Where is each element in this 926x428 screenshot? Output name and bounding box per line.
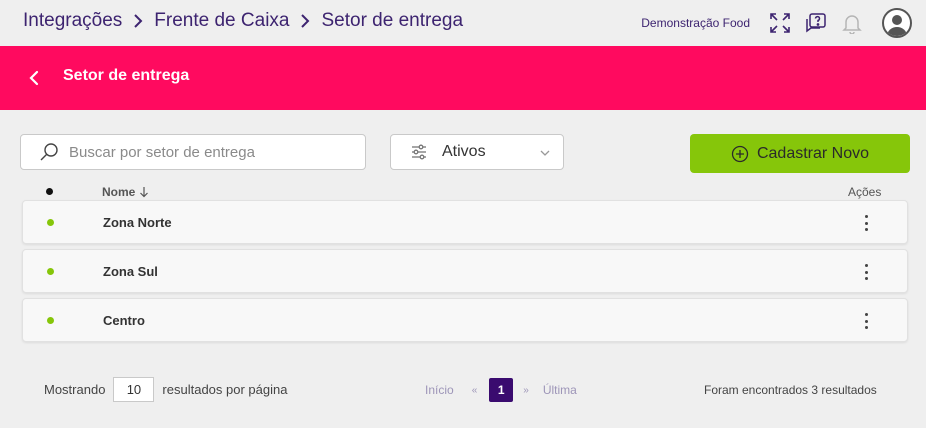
more-vertical-icon[interactable] xyxy=(859,213,873,233)
bell-icon[interactable] xyxy=(841,12,863,34)
name-column-label: Nome xyxy=(102,185,136,199)
search-box[interactable] xyxy=(20,134,366,170)
add-new-label: Cadastrar Novo xyxy=(756,144,870,162)
chevron-right-icon xyxy=(300,14,310,28)
fullscreen-icon[interactable] xyxy=(769,12,791,34)
status-dot xyxy=(47,268,54,275)
pagination-prev[interactable]: « xyxy=(472,385,478,396)
search-icon xyxy=(39,142,59,162)
row-name: Zona Norte xyxy=(103,215,172,230)
status-dot xyxy=(47,219,54,226)
page-header: Setor de entrega xyxy=(0,46,926,110)
status-column-header xyxy=(46,188,53,195)
company-name[interactable]: Demonstração Food xyxy=(641,16,750,30)
table-row[interactable]: Centro xyxy=(22,298,908,342)
pagination-last[interactable]: Última xyxy=(543,383,577,397)
top-bar: Integrações Frente de Caixa Setor de ent… xyxy=(0,0,926,46)
table-row[interactable]: Zona Norte xyxy=(22,200,908,244)
search-input[interactable] xyxy=(69,143,349,161)
pagination: Início « 1 » Última xyxy=(425,378,577,402)
actions-column-header: Ações xyxy=(848,185,882,199)
back-arrow-icon[interactable] xyxy=(24,68,44,88)
plus-circle-icon xyxy=(731,145,749,163)
more-vertical-icon[interactable] xyxy=(859,311,873,331)
sliders-icon xyxy=(410,143,428,161)
pagination-first[interactable]: Início xyxy=(425,383,454,397)
more-vertical-icon[interactable] xyxy=(859,262,873,282)
user-avatar-icon[interactable] xyxy=(882,8,912,38)
filter-value: Ativos xyxy=(442,143,486,160)
pagination-next[interactable]: » xyxy=(523,385,529,396)
add-new-button[interactable]: Cadastrar Novo xyxy=(690,134,910,173)
row-name: Zona Sul xyxy=(103,264,158,279)
breadcrumb-item-frente-de-caixa[interactable]: Frente de Caixa xyxy=(154,10,289,32)
status-filter-select[interactable]: Ativos xyxy=(390,134,564,170)
status-dot xyxy=(47,317,54,324)
pagination-current-page[interactable]: 1 xyxy=(489,378,514,402)
breadcrumb: Integrações Frente de Caixa Setor de ent… xyxy=(23,10,463,32)
results-count: Foram encontrados 3 resultados xyxy=(704,383,877,397)
page-title: Setor de entrega xyxy=(63,67,190,84)
sort-arrow-down-icon xyxy=(139,186,149,198)
breadcrumb-item-integracoes[interactable]: Integrações xyxy=(23,10,122,32)
per-page-input[interactable] xyxy=(113,377,155,402)
chevron-down-icon xyxy=(539,147,551,159)
per-page-suffix: resultados por página xyxy=(162,382,288,397)
row-name: Centro xyxy=(103,313,145,328)
chevron-right-icon xyxy=(133,14,143,28)
page-size-control: Mostrando resultados por página xyxy=(44,377,287,402)
name-column-header[interactable]: Nome xyxy=(102,185,149,199)
showing-label: Mostrando xyxy=(44,382,106,397)
topbar-actions: Demonstração Food xyxy=(641,8,912,38)
breadcrumb-item-setor-de-entrega: Setor de entrega xyxy=(321,10,464,31)
help-chat-icon[interactable] xyxy=(805,12,827,34)
table-row[interactable]: Zona Sul xyxy=(22,249,908,293)
